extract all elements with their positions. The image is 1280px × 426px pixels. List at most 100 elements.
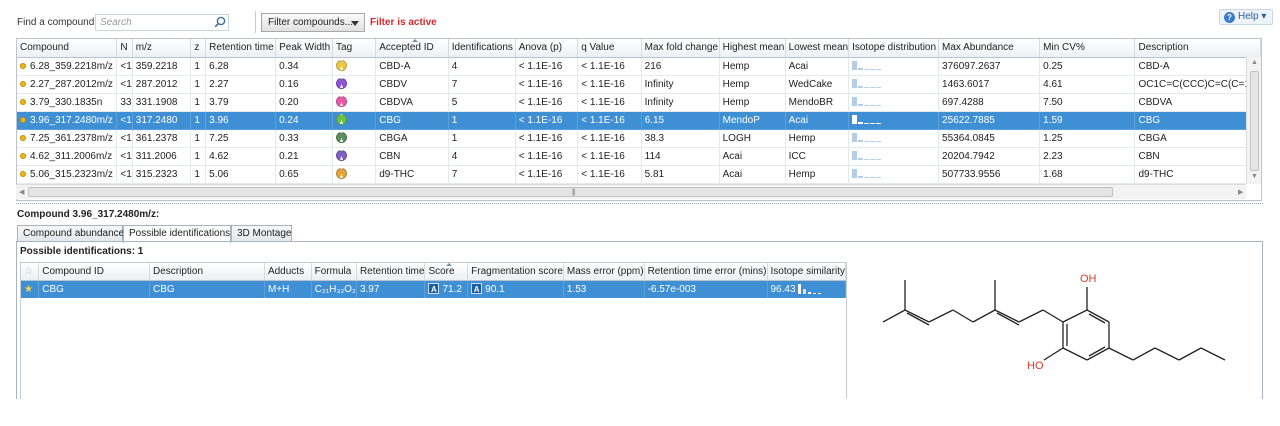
cell-maxab: 507733.9556 [938, 165, 1041, 184]
star-icon[interactable]: ★ [24, 284, 33, 295]
column-header-identifications[interactable]: Identifications [448, 39, 516, 58]
id-column-description[interactable]: Description [149, 263, 265, 281]
isotope-distribution-chart [852, 78, 882, 88]
compound-row[interactable]: 7.25_361.2378m/z <1 361.2378 1 7.25 0.33 CBGA 1… [17, 129, 1261, 148]
id-adducts: M+H [264, 280, 312, 298]
tag-icon[interactable] [336, 96, 348, 107]
column-header-compound[interactable]: Compound [17, 39, 118, 58]
identification-row[interactable]: ★ CBG CBG M+H C₂₁H₃₂O₂ 3.97 A 71.2 A 90.1 … [21, 280, 846, 298]
isotope-similarity-chart [797, 283, 834, 295]
tab-compound-abundance[interactable]: Compound abundance [17, 225, 124, 242]
status-dot-icon [20, 98, 26, 105]
column-header-max-fold-change[interactable]: Max fold change [641, 39, 720, 58]
id-column-isotope-similarity[interactable]: Isotope similarity [767, 263, 846, 281]
cell-accepted: CBDVA [375, 93, 449, 112]
id-column-score[interactable]: Score [424, 263, 469, 281]
column-header-isotope-distribution[interactable]: Isotope distribution [848, 39, 940, 58]
cell-pw: 0.34 [275, 57, 334, 76]
column-header-min-cv[interactable]: Min CV% [1039, 39, 1136, 58]
column-header-description[interactable]: Description [1134, 39, 1261, 58]
help-button[interactable]: ? Help ▾ [1219, 9, 1274, 25]
grid-vertical-scrollbar[interactable]: ▲ ▼ [1246, 57, 1261, 184]
column-header-retention-time[interactable]: Retention time [205, 39, 277, 58]
cell-desc: CBG [1134, 111, 1261, 130]
tag-icon[interactable] [336, 60, 348, 71]
cell-cv: 7.50 [1039, 93, 1136, 112]
column-header-highest-mean[interactable]: Highest mean [719, 39, 786, 58]
tag-icon[interactable] [336, 150, 348, 161]
id-column-retention-time[interactable]: Retention time [356, 263, 426, 281]
cell-cv: 4.61 [1039, 75, 1136, 94]
cell-tag [332, 147, 377, 166]
cell-z: 1 [190, 129, 207, 148]
cell-n: 33 [116, 93, 133, 112]
oh-label-top: OH [1080, 273, 1097, 285]
vertical-scroll-thumb[interactable] [1250, 71, 1259, 171]
cell-iso [848, 111, 940, 130]
cell-maxab: 25622.7885 [938, 111, 1041, 130]
toolbar-divider [255, 11, 256, 33]
cell-anova: < 1.1E-16 [515, 165, 579, 184]
column-header-peak-width[interactable]: Peak Width [275, 39, 334, 58]
cell-ids: 7 [448, 165, 516, 184]
splitter[interactable] [16, 203, 1263, 204]
cell-high: Hemp [719, 57, 786, 76]
id-column-adducts[interactable]: Adducts [264, 263, 312, 281]
column-header-m-z[interactable]: m/z [132, 39, 192, 58]
cell-mz: 359.2218 [132, 57, 192, 76]
cell-tag [332, 75, 377, 94]
cell-anova: < 1.1E-16 [515, 129, 579, 148]
column-header-q-value[interactable]: q Value [577, 39, 642, 58]
favorite-cell[interactable]: ★ [21, 280, 40, 298]
compound-row[interactable]: 5.06_315.2323m/z <1 315.2323 1 5.06 0.65 d9-TH… [17, 165, 1261, 184]
cell-high: LOGH [719, 129, 786, 148]
compound-row[interactable]: 3.96_317.2480m/z <1 317.2480 1 3.96 0.24 CBG 1 <… [17, 111, 1261, 130]
id-column-compound-id[interactable]: Compound ID [38, 263, 150, 281]
cell-maxab: 55364.0845 [938, 129, 1041, 148]
cell-q: < 1.1E-16 [577, 129, 642, 148]
id-column-mass-error-ppm[interactable]: Mass error (ppm) [563, 263, 645, 281]
favorite-column-header[interactable]: ☆ [21, 263, 40, 281]
column-header-tag[interactable]: Tag [332, 39, 377, 58]
id-column-formula[interactable]: Formula [311, 263, 357, 281]
cell-maxab: 20204.7942 [938, 147, 1041, 166]
cell-accepted: d9-THC [375, 165, 449, 184]
column-header-lowest-mean[interactable]: Lowest mean [785, 39, 850, 58]
cell-rt: 6.28 [205, 57, 277, 76]
filter-compounds-button[interactable]: Filter compounds... [261, 13, 365, 32]
cell-iso [848, 75, 940, 94]
tag-icon[interactable] [336, 114, 348, 125]
horizontal-scroll-thumb[interactable]: ||| [28, 187, 1113, 197]
cell-tag [332, 165, 377, 184]
sort-indicator-icon [412, 39, 418, 42]
column-header-max-abundance[interactable]: Max Abundance [938, 39, 1041, 58]
compound-row[interactable]: 3.79_330.1835n 33 331.1908 1 3.79 0.20 CBDVA 5 <… [17, 93, 1261, 112]
search-icon[interactable] [213, 15, 227, 29]
search-input[interactable]: Search [95, 14, 229, 31]
column-header-anova-p[interactable]: Anova (p) [515, 39, 579, 58]
cell-n: <1 [116, 57, 133, 76]
id-score: A 71.2 [424, 280, 469, 298]
cell-fold: 5.81 [641, 165, 720, 184]
tag-icon[interactable] [336, 78, 348, 89]
column-header-n[interactable]: N [116, 39, 133, 58]
id-column-fragmentation-score[interactable]: Fragmentation score [467, 263, 564, 281]
compound-name: 2.27_287.2012m/z [30, 78, 113, 90]
tag-icon[interactable] [336, 132, 348, 143]
column-header-z[interactable]: z [190, 39, 207, 58]
scroll-right-icon[interactable]: ▶ [1238, 188, 1243, 196]
compound-row[interactable]: 6.28_359.2218m/z <1 359.2218 1 6.28 0.34 CBD-A… [17, 57, 1261, 76]
tab-3d-montage[interactable]: 3D Montage [231, 225, 292, 242]
id-column-retention-time-error-mins[interactable]: Retention time error (mins) [644, 263, 768, 281]
tag-icon[interactable] [336, 168, 348, 179]
scroll-left-icon[interactable]: ◀ [19, 188, 24, 196]
cell-ids: 1 [448, 129, 516, 148]
grid-horizontal-scrollbar[interactable]: ◀ ||| ▶ [16, 184, 1246, 199]
cell-iso [848, 129, 940, 148]
compound-row[interactable]: 4.62_311.2006m/z <1 311.2006 1 4.62 0.21 CBN 4 <… [17, 147, 1261, 166]
compound-row[interactable]: 2.27_287.2012m/z <1 287.2012 1 2.27 0.16 CBDV 7… [17, 75, 1261, 94]
cell-compound: 2.27_287.2012m/z [17, 75, 118, 94]
identifications-panel: Possible identifications: 1 ☆ Compound ID… [16, 241, 1263, 399]
compound-title: Compound 3.96_317.2480m/z: [17, 209, 160, 220]
column-header-accepted-id[interactable]: Accepted ID [375, 39, 449, 58]
